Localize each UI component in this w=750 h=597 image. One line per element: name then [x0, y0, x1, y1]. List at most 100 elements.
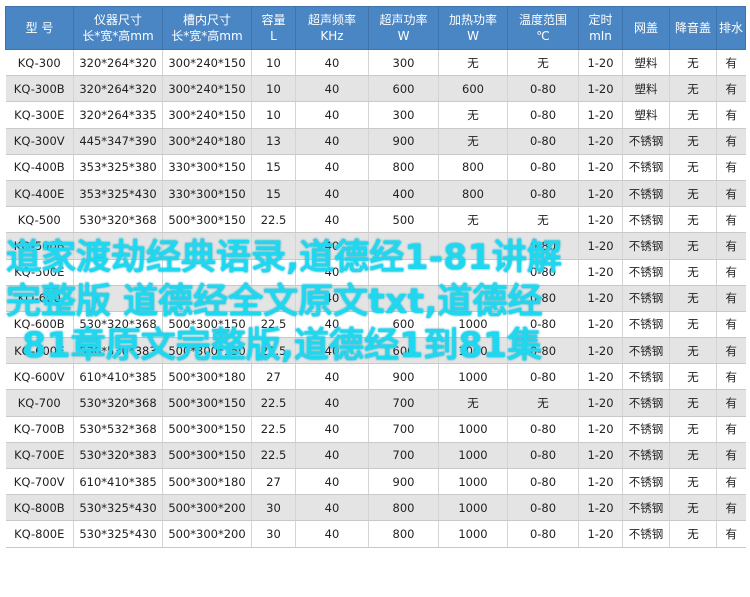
column-header-title: 槽内尺寸: [182, 13, 231, 27]
table-cell: 无: [669, 49, 717, 77]
table-cell: 无: [438, 101, 508, 129]
table-cell: 40: [295, 442, 369, 470]
table-cell: 1-20: [578, 180, 623, 208]
table-cell: 有: [716, 520, 746, 548]
table-cell: 不锈钢: [622, 363, 670, 391]
table-row: KQ-300 320*264*320 300*240*150 10 40 300 无无 1-2…: [5, 49, 746, 77]
table-cell: 300*240*150: [162, 49, 252, 77]
table-cell: KQ-300V: [5, 128, 74, 155]
table-cell: 无: [438, 128, 508, 155]
column-header-unit: 长*宽*高mm: [82, 29, 154, 43]
table-cell: 900: [368, 363, 439, 391]
table-cell: 600: [368, 75, 439, 103]
table-cell: 800: [368, 154, 439, 181]
table-cell: 1000: [438, 363, 508, 391]
table-cell: 530*320*368: [73, 311, 163, 339]
table-cell: 不锈钢: [622, 154, 670, 181]
table-cell: 530*320*368: [73, 389, 163, 417]
table-cell: 40: [295, 180, 369, 208]
column-header: 型 号: [5, 6, 74, 50]
table-cell: 无: [507, 206, 579, 234]
table-cell: 353*325*380: [73, 154, 163, 181]
table-cell: 1-20: [578, 128, 623, 155]
table-row: KQ-500 530*320*368 500*300*150 22.5 40 500 无无 1…: [5, 206, 746, 234]
table-cell: KQ-600: [5, 285, 74, 312]
column-header-unit: 长*宽*高mm: [171, 29, 243, 43]
table-cell: KQ-700V: [5, 468, 74, 496]
table-row: KQ-700 530*320*368 500*300*150 22.5 40 700 无无 1…: [5, 389, 746, 417]
table-cell: 有: [716, 154, 746, 181]
table-cell: 500*300*200: [162, 520, 252, 548]
table-cell: 0-80: [507, 520, 579, 548]
table-cell: 10: [251, 49, 296, 77]
column-header: 仪器尺寸 长*宽*高mm: [73, 6, 163, 50]
table-row: KQ-700B 530*532*368 500*300*150 22.5 40 700 10…: [5, 416, 746, 443]
table-cell: KQ-500: [5, 206, 74, 234]
table-cell: 40: [295, 520, 369, 548]
table-cell: 40: [295, 49, 369, 77]
table-cell: [73, 285, 163, 312]
table-cell: 不锈钢: [622, 180, 670, 208]
table-cell: 无: [669, 416, 717, 443]
table-cell: 1-20: [578, 494, 623, 522]
table-cell: 0-80: [507, 232, 579, 260]
table-cell: 500*300*200: [162, 494, 252, 522]
table-row: KQ-500B 40 0-80 1-20 不锈钢无有: [5, 232, 746, 260]
table-cell: 40: [295, 232, 369, 260]
table-row: KQ-700V 610*410*385 500*300*180 27 40 900 1000…: [5, 468, 746, 496]
table-cell: KQ-700: [5, 389, 74, 417]
table-cell: 1-20: [578, 416, 623, 443]
table-cell: 22.5: [251, 442, 296, 470]
table-cell: 无: [669, 232, 717, 260]
table-cell: 300*240*150: [162, 101, 252, 129]
column-header-title: 网盖: [633, 21, 658, 35]
table-cell: [73, 259, 163, 286]
table-cell: 有: [716, 180, 746, 208]
table-cell: 530*320*368: [73, 206, 163, 234]
table-cell: 22.5: [251, 311, 296, 339]
table-cell: 1-20: [578, 101, 623, 129]
table-cell: KQ-400B: [5, 154, 74, 181]
table-cell: 800: [368, 494, 439, 522]
table-cell: 800: [368, 520, 439, 548]
table-cell: 塑料: [622, 49, 670, 77]
table-cell: KQ-400E: [5, 180, 74, 208]
table-cell: 无: [669, 75, 717, 103]
table-cell: 0-80: [507, 311, 579, 339]
table-cell: 塑料: [622, 101, 670, 129]
table-cell: 不锈钢: [622, 416, 670, 443]
table-cell: [162, 285, 252, 312]
table-cell: 300: [368, 101, 439, 129]
table-cell: 300: [368, 49, 439, 77]
table-cell: 40: [295, 389, 369, 417]
table-cell: 无: [669, 363, 717, 391]
table-cell: 1000: [438, 468, 508, 496]
table-cell: 15: [251, 180, 296, 208]
column-header: 降音盖: [669, 6, 717, 50]
table-cell: 40: [295, 494, 369, 522]
table-cell: 0-80: [507, 259, 579, 286]
table-cell: 610*410*385: [73, 468, 163, 496]
table-cell: 500: [368, 206, 439, 234]
table-cell: 13: [251, 128, 296, 155]
table-row: KQ-600 40 0-80 1-20 不锈钢无有: [5, 285, 746, 312]
table-cell: 445*347*390: [73, 128, 163, 155]
table-cell: 800: [438, 180, 508, 208]
column-header: 槽内尺寸长*宽*高mm: [162, 6, 252, 50]
table-cell: 27: [251, 468, 296, 496]
table-cell: 600: [368, 311, 439, 339]
table-cell: 1-20: [578, 337, 623, 365]
table-cell: 无: [669, 128, 717, 155]
table-cell: 0-80: [507, 494, 579, 522]
table-cell: 不锈钢: [622, 520, 670, 548]
table-row: KQ-600B 530*320*368 500*300*150 22.5 40 600 10…: [5, 311, 746, 339]
table-cell: 40: [295, 206, 369, 234]
table-cell: 30: [251, 494, 296, 522]
column-header-unit: ℃: [536, 29, 550, 43]
table-cell: 1-20: [578, 206, 623, 234]
table-cell: [438, 285, 508, 312]
table-cell: 1000: [438, 494, 508, 522]
column-header-title: 超声频率: [307, 13, 356, 27]
table-cell: KQ-600V: [5, 363, 74, 391]
table-cell: 0-80: [507, 154, 579, 181]
